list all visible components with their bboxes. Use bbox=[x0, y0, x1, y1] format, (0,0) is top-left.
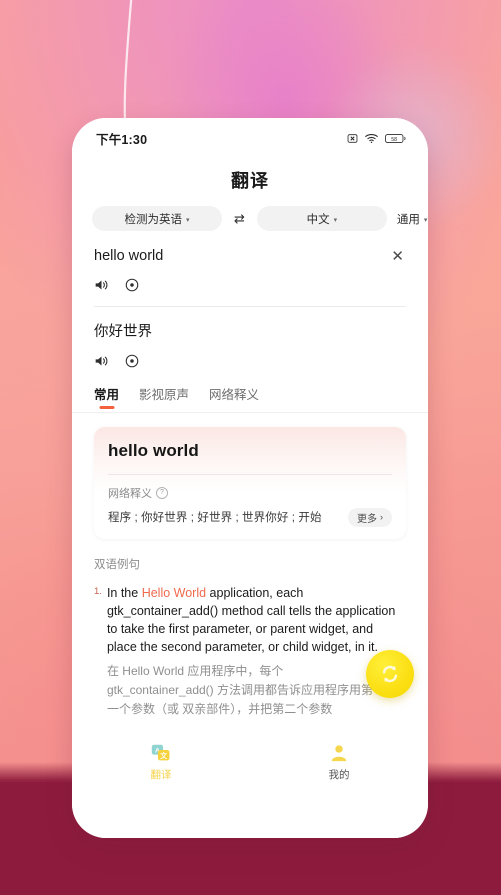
language-bar: 检测为英语 ▾ ⇄ 中文 ▾ 通用 ▾ bbox=[72, 206, 428, 231]
result-card-definitions: 程序 ; 你好世界 ; 好世界 ; 世界你好 ; 开始 bbox=[108, 512, 322, 525]
result-card[interactable]: hello world 网络释义 ? 程序 ; 你好世界 ; 好世界 ; 世界你… bbox=[94, 426, 406, 539]
speaker-icon[interactable] bbox=[94, 278, 109, 292]
person-icon bbox=[331, 745, 347, 762]
nav-item-profile-label: 我的 bbox=[328, 769, 350, 781]
result-card-section-label: 网络释义 ? bbox=[108, 485, 392, 501]
translation-mode-selector[interactable]: 通用 ▾ bbox=[397, 211, 428, 227]
nav-item-translate-label: 翻译 bbox=[150, 769, 172, 781]
phone-screen: 下午1:30 58 翻译 检测为英语 ▾ ⇄ 中文 ▾ 通用 ▾ hello w… bbox=[72, 118, 428, 838]
alarm-icon bbox=[347, 133, 358, 143]
target-language-label: 中文 bbox=[306, 213, 330, 226]
refresh-swap-icon bbox=[382, 665, 398, 683]
example-chinese-row: 在 Hello World 应用程序中，每个 gtk_container_add… bbox=[107, 662, 406, 718]
tab-web-definition[interactable]: 网络释义 bbox=[209, 384, 259, 412]
target-action-row bbox=[94, 342, 406, 368]
source-language-label: 检测为英语 bbox=[124, 213, 182, 226]
chevron-down-icon: ▾ bbox=[423, 216, 428, 224]
example-number: 1. bbox=[94, 585, 102, 597]
result-card-separator bbox=[108, 473, 392, 475]
more-button[interactable]: 更多 › bbox=[348, 507, 392, 527]
nav-item-translate[interactable]: A 文 翻译 bbox=[72, 744, 250, 782]
example-english-before: In the bbox=[106, 585, 142, 600]
phone-frame: 下午1:30 58 翻译 检测为英语 ▾ ⇄ 中文 ▾ 通用 ▾ hello w… bbox=[72, 118, 428, 838]
example-english-highlight: Hello World bbox=[141, 585, 207, 600]
source-text-block: hello world ✕ bbox=[72, 231, 428, 292]
copy-icon[interactable] bbox=[125, 278, 139, 292]
wifi-icon bbox=[365, 133, 378, 143]
swap-languages-button[interactable]: ⇄ bbox=[232, 211, 247, 227]
example-chinese: 在 Hello World 应用程序中，每个 gtk_container_add… bbox=[106, 664, 374, 716]
bottom-navigation: A 文 翻译 我的 bbox=[72, 732, 428, 794]
chevron-down-icon: ▾ bbox=[333, 216, 338, 224]
chevron-down-icon: ▾ bbox=[185, 216, 190, 224]
target-text[interactable]: 你好世界 bbox=[94, 323, 406, 342]
dictionary-tabbar: 常用 影视原声 网络释义 bbox=[72, 368, 428, 413]
result-card-definition-row: 程序 ; 你好世界 ; 好世界 ; 世界你好 ; 开始 更多 › bbox=[108, 507, 392, 527]
battery-level-text: 58 bbox=[391, 136, 397, 142]
copy-icon[interactable] bbox=[125, 354, 139, 368]
web-definition-label: 网络释义 bbox=[108, 487, 152, 500]
source-language-selector[interactable]: 检测为英语 ▾ bbox=[92, 206, 222, 231]
clear-input-button[interactable]: ✕ bbox=[381, 247, 406, 266]
chevron-right-icon: › bbox=[380, 512, 383, 523]
speaker-icon[interactable] bbox=[94, 354, 109, 368]
result-card-word: hello world bbox=[108, 440, 199, 460]
status-bar-icons: 58 bbox=[347, 133, 406, 144]
example-body: In the Hello World application, each gtk… bbox=[107, 584, 406, 718]
refresh-translation-fab[interactable] bbox=[366, 650, 414, 698]
page-title: 翻译 bbox=[231, 171, 269, 191]
target-text-block: 你好世界 bbox=[72, 307, 428, 368]
example-item: 1. In the Hello World application, each … bbox=[72, 572, 428, 718]
status-bar: 下午1:30 58 bbox=[72, 118, 428, 158]
translate-icon: A 文 bbox=[151, 744, 170, 761]
tab-movie-audio[interactable]: 影视原声 bbox=[139, 384, 189, 412]
help-icon[interactable]: ? bbox=[156, 486, 168, 499]
target-language-selector[interactable]: 中文 ▾ bbox=[256, 206, 387, 231]
result-card-wrapper: hello world 网络释义 ? 程序 ; 你好世界 ; 好世界 ; 世界你… bbox=[72, 413, 428, 539]
tab-common[interactable]: 常用 bbox=[94, 384, 119, 412]
battery-icon: 58 bbox=[385, 133, 406, 143]
source-text[interactable]: hello world bbox=[94, 247, 163, 266]
translation-mode-label: 通用 bbox=[396, 213, 420, 226]
source-text-row: hello world ✕ bbox=[94, 247, 406, 266]
example-english: In the Hello World application, each gtk… bbox=[107, 584, 406, 657]
source-action-row bbox=[94, 266, 406, 292]
examples-heading: 双语例句 bbox=[94, 558, 140, 571]
status-bar-time: 下午1:30 bbox=[96, 132, 148, 147]
svg-text:文: 文 bbox=[159, 751, 167, 760]
nav-item-profile[interactable]: 我的 bbox=[250, 744, 428, 782]
more-button-label: 更多 bbox=[357, 513, 377, 525]
